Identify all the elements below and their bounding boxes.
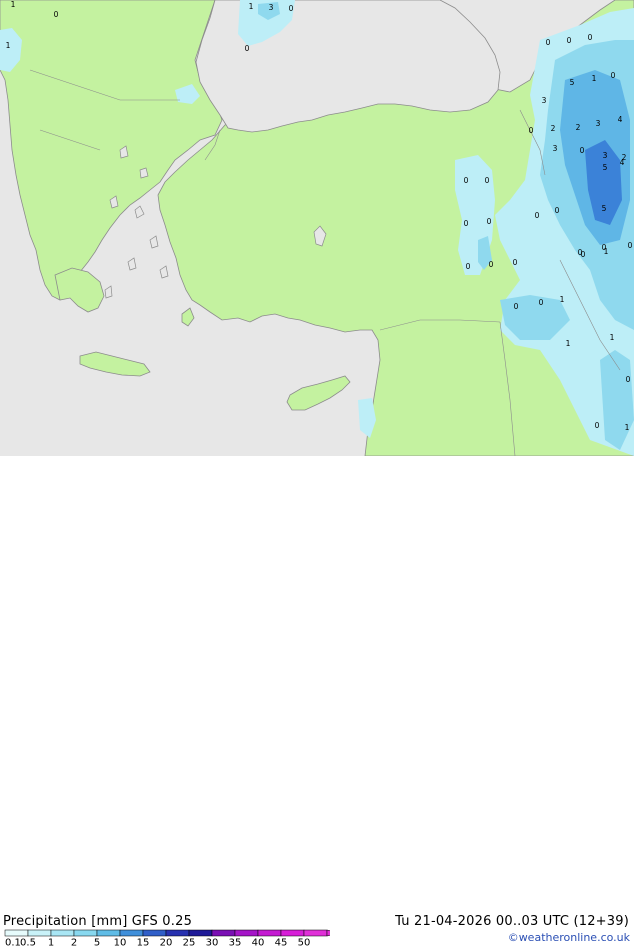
precip-value-label: 0 (464, 219, 469, 228)
precipitation-map: 1011300000302510234303254000005000001000… (0, 0, 634, 456)
scale-swatch (304, 930, 327, 936)
legend-bar: Precipitation [mm] GFS 0.25 Tu 21-04-202… (0, 456, 634, 490)
precip-value-label: 0 (602, 243, 607, 252)
scale-swatch (235, 930, 258, 936)
color-scale: 0.10.5125101520253035404550 (0, 928, 330, 946)
precip-value-label: 5 (602, 204, 607, 213)
valid-time: Tu 21-04-2026 00..03 UTC (12+39) (395, 914, 629, 929)
precip-value-label: 0 (555, 206, 560, 215)
precip-value-label: 1 (11, 0, 16, 9)
scale-label: 0.5 (20, 938, 36, 946)
scale-swatch (258, 930, 281, 936)
precip-value-label: 0 (611, 71, 616, 80)
precip-value-label: 0 (578, 248, 583, 257)
precip-value-label: 1 (592, 74, 597, 83)
precip-value-label: 0 (539, 298, 544, 307)
scale-swatch (28, 930, 51, 936)
precip-value-label: 1 (610, 333, 615, 342)
precip-value-label: 0 (567, 36, 572, 45)
scale-label: 15 (137, 938, 150, 946)
scale-label: 0.1 (5, 938, 21, 946)
scale-swatch (74, 930, 97, 936)
scale-swatch (212, 930, 235, 936)
scale-swatch (166, 930, 189, 936)
precip-value-label: 0 (54, 10, 59, 19)
credit-link[interactable]: ©weatheronline.co.uk (508, 931, 630, 944)
precip-value-label: 3 (553, 144, 558, 153)
precip-value-label: 3 (542, 96, 547, 105)
precip-value-label: 3 (269, 3, 274, 12)
scale-label: 40 (252, 938, 265, 946)
precip-value-label: 0 (588, 33, 593, 42)
precip-value-label: 3 (603, 151, 608, 160)
precip-value-label: 0 (485, 176, 490, 185)
precip-value-label: 0 (514, 302, 519, 311)
precip-value-label: 0 (489, 260, 494, 269)
precip-value-label: 2 (551, 124, 556, 133)
precip-value-label: 0 (464, 176, 469, 185)
scale-label: 30 (206, 938, 219, 946)
scale-swatch (189, 930, 212, 936)
scale-label: 5 (94, 938, 100, 946)
precip-value-label: 3 (596, 119, 601, 128)
precip-value-label: 0 (546, 38, 551, 47)
scale-swatch (120, 930, 143, 936)
scale-label: 1 (48, 938, 54, 946)
precip-value-label: 1 (566, 339, 571, 348)
precip-value-label: 0 (626, 375, 631, 384)
scale-label: 2 (71, 938, 77, 946)
scale-swatch (51, 930, 74, 936)
precip-value-label: 0 (529, 126, 534, 135)
precip-value-label: 5 (603, 163, 608, 172)
scale-arrow (327, 930, 330, 936)
precip-value-label: 4 (618, 115, 623, 124)
scale-label: 35 (229, 938, 242, 946)
precip-value-label: 0 (289, 4, 294, 13)
precip-value-label: 0 (513, 258, 518, 267)
scale-swatch (143, 930, 166, 936)
scale-label: 25 (183, 938, 196, 946)
precip-value-label: 0 (535, 211, 540, 220)
precip-value-label: 0 (487, 217, 492, 226)
precip-value-label: 1 (249, 2, 254, 11)
scale-label: 20 (160, 938, 173, 946)
precip-value-label: 1 (625, 423, 630, 432)
precip-value-label: 0 (580, 146, 585, 155)
precip-value-label: 5 (570, 78, 575, 87)
scale-label: 10 (114, 938, 127, 946)
precip-value-label: 0 (245, 44, 250, 53)
precip-value-label: 0 (466, 262, 471, 271)
precip-value-label: 1 (6, 41, 11, 50)
scale-label: 50 (298, 938, 311, 946)
precip-value-label: 0 (595, 421, 600, 430)
precip-value-label: 0 (628, 241, 633, 250)
precip-value-label: 1 (560, 295, 565, 304)
scale-label: 45 (275, 938, 288, 946)
precip-value-label: 4 (620, 158, 625, 167)
precip-value-label: 2 (576, 123, 581, 132)
scale-swatch (5, 930, 28, 936)
map-title: Precipitation [mm] GFS 0.25 (3, 914, 192, 929)
scale-swatch (97, 930, 120, 936)
scale-swatch (281, 930, 304, 936)
